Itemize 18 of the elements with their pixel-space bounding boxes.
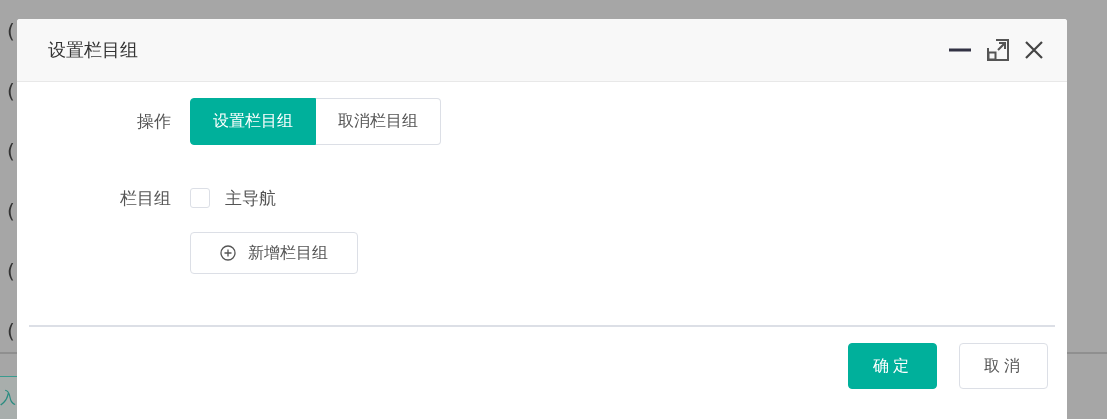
list-text: ( [7,80,15,102]
list-text: ( [7,260,15,282]
cancel-button[interactable]: 取消 [959,343,1048,389]
field-label: 操作 [136,110,172,133]
list-text: ( [7,200,15,222]
maximize-icon[interactable] [987,39,1009,61]
list-text: ( [7,140,15,162]
plus-circle-icon [220,245,236,261]
checkbox-label: 主导航 [225,186,276,210]
list-text: ( [7,320,15,342]
list-text: ( [7,20,15,42]
checkbox[interactable] [190,188,210,208]
close-icon[interactable] [1025,41,1043,59]
segment-tab[interactable]: 取消栏目组 [316,98,441,145]
minimize-icon[interactable] [949,48,971,52]
field-label: 栏目组 [119,188,172,208]
add-button[interactable]: 新增栏目组 [190,232,358,274]
dialog-title: 设置栏目组 [48,38,139,62]
